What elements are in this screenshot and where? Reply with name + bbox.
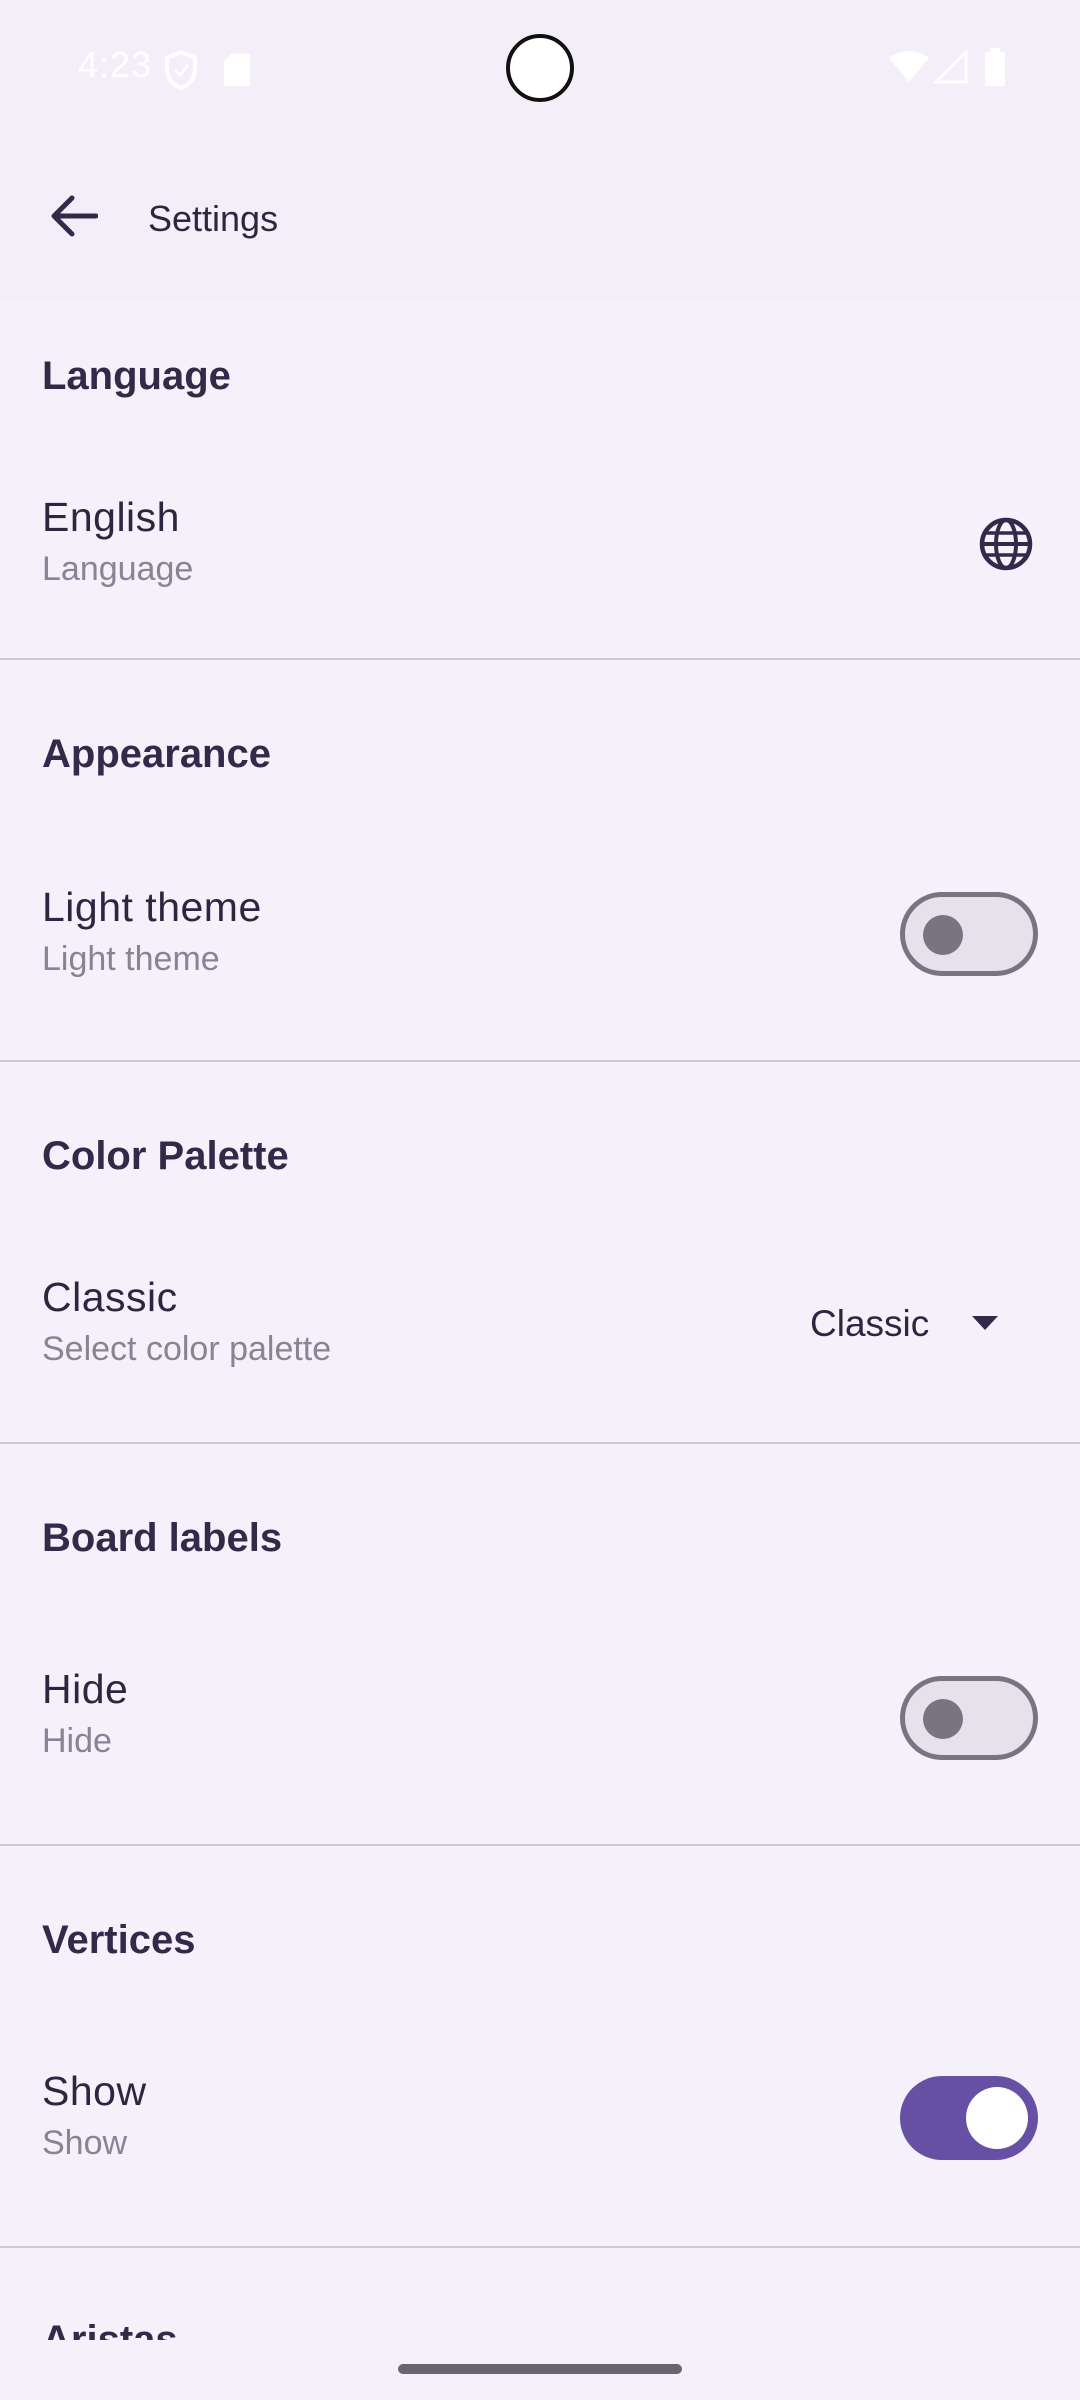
divider bbox=[0, 1442, 1080, 1444]
board-labels-switch[interactable] bbox=[900, 1676, 1038, 1760]
arrow-drop-down-icon bbox=[972, 1316, 998, 1330]
dropdown-selected-value: Classic bbox=[810, 1303, 930, 1344]
light-theme-switch[interactable] bbox=[900, 892, 1038, 976]
battery-icon bbox=[985, 48, 1005, 86]
section-header-board-labels: Board labels bbox=[42, 1516, 283, 1560]
light-theme-subtitle: Light theme bbox=[42, 940, 220, 978]
page-title: Settings bbox=[148, 198, 279, 239]
top-app-bar: Settings bbox=[0, 138, 1080, 302]
switch-knob bbox=[923, 915, 963, 955]
switch-knob bbox=[966, 2087, 1028, 2149]
section-header-color-palette: Color Palette bbox=[42, 1134, 289, 1178]
section-header-language: Language bbox=[42, 354, 231, 398]
status-time: 4:23 bbox=[78, 44, 153, 85]
switch-knob bbox=[923, 1699, 963, 1739]
color-palette-dropdown[interactable]: Classic bbox=[800, 1284, 1040, 1364]
light-theme-title: Light theme bbox=[42, 884, 262, 930]
wifi-icon bbox=[889, 51, 929, 82]
back-button[interactable] bbox=[36, 178, 112, 254]
camera-cutout bbox=[506, 34, 574, 102]
board-labels-title: Hide bbox=[42, 1666, 129, 1712]
shield-icon bbox=[165, 50, 197, 90]
divider bbox=[0, 658, 1080, 660]
sd-card-icon bbox=[224, 54, 250, 86]
gesture-navigation-bar[interactable] bbox=[398, 2364, 682, 2374]
globe-icon[interactable] bbox=[978, 516, 1034, 572]
arrow-back-icon bbox=[51, 195, 98, 237]
settings-screen: 4:23 Settings Language English Language … bbox=[0, 0, 1080, 2400]
language-subtitle: Language bbox=[42, 550, 194, 588]
board-labels-subtitle: Hide bbox=[42, 1722, 112, 1760]
section-header-appearance: Appearance bbox=[42, 732, 271, 776]
divider bbox=[0, 1060, 1080, 1062]
vertices-subtitle: Show bbox=[42, 2124, 128, 2162]
vertices-title: Show bbox=[42, 2068, 147, 2114]
section-header-vertices: Vertices bbox=[42, 1918, 196, 1962]
signal-icon bbox=[934, 50, 968, 84]
divider bbox=[0, 2246, 1080, 2248]
section-header-next: Aristas bbox=[42, 2318, 178, 2340]
vertices-switch[interactable] bbox=[900, 2076, 1038, 2160]
color-palette-title: Classic bbox=[42, 1274, 178, 1320]
status-bar: 4:23 bbox=[0, 0, 1080, 138]
language-value: English bbox=[42, 494, 180, 540]
color-palette-subtitle: Select color palette bbox=[42, 1330, 332, 1368]
section-header-clip: Aristas bbox=[0, 2318, 1080, 2340]
divider bbox=[0, 1844, 1080, 1846]
